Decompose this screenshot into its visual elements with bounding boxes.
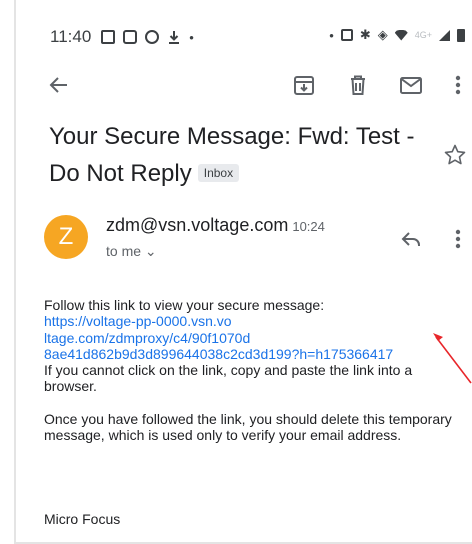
inbox-label-chip[interactable]: Inbox: [197, 163, 240, 182]
annotation-arrow-icon: [433, 333, 472, 384]
reply-icon: [401, 232, 420, 246]
body-instruction: If you cannot click on the link, copy an…: [44, 362, 413, 395]
reply-button[interactable]: [398, 226, 424, 252]
email-screen: 11:40 • • ✱ ◈ 4G+ Your Secure Message: F…: [0, 0, 472, 544]
archive-icon: [294, 76, 314, 95]
sender-address: zdm@vsn.voltage.com: [106, 215, 289, 235]
link-line[interactable]: 8ae41d862b9d3d899644038c2cd3d199?h=h1753…: [44, 346, 454, 362]
body-notice: Once you have followed the link, you sho…: [44, 410, 452, 444]
battery-icon: [457, 28, 465, 42]
status-dot: •: [329, 27, 334, 43]
mail-icon: [400, 77, 422, 94]
notification-chat-icon: [123, 30, 138, 44]
mark-unread-button[interactable]: [398, 72, 424, 98]
more-vert-icon: [455, 75, 461, 95]
wifi-icon: [394, 29, 408, 41]
link-line[interactable]: ltage.com/zdmproxy/c4/90f1070d: [44, 330, 454, 346]
status-bar-right: • ✱ ◈ 4G+: [329, 27, 465, 43]
back-arrow-icon: [49, 77, 67, 93]
star-icon: [444, 144, 466, 165]
secure-message-link[interactable]: https://voltage-pp-0000.vsn.vo ltage.com…: [44, 313, 454, 362]
more-vert-icon: [455, 229, 461, 249]
toolbar-more-button[interactable]: [445, 72, 471, 98]
download-icon: [167, 30, 181, 44]
signal-icon: [439, 29, 450, 41]
received-time: 10:24: [292, 219, 325, 234]
network-type-label: 4G+: [414, 30, 432, 40]
bluetooth-icon: ✱: [359, 27, 371, 42]
email-body: Follow this link to view your secure mes…: [44, 297, 454, 443]
status-bar: 11:40 • • ✱ ◈ 4G+: [50, 24, 465, 50]
email-signature: Micro Focus: [44, 511, 121, 527]
trash-icon: [351, 75, 365, 95]
star-button[interactable]: [443, 143, 467, 167]
email-subject: Your Secure Message: Fwd: Test - Do Not …: [49, 118, 434, 192]
recipient-details-toggle[interactable]: to me ⌄: [106, 243, 157, 260]
email-toolbar: [0, 68, 472, 104]
delete-button[interactable]: [345, 72, 371, 98]
status-time: 11:40: [50, 27, 92, 46]
vibrate-icon: ◈: [377, 27, 388, 42]
sender-line: zdm@vsn.voltage.com 10:24: [106, 215, 325, 236]
body-intro: Follow this link to view your secure mes…: [44, 297, 325, 313]
archive-button[interactable]: [291, 72, 317, 98]
back-button[interactable]: [46, 72, 72, 98]
nfc-icon: [340, 29, 353, 41]
link-line[interactable]: https://voltage-pp-0000.vsn.vo: [44, 313, 454, 329]
notification-app-icon: [145, 30, 160, 44]
more-notifications-dot: •: [189, 29, 194, 45]
message-more-button[interactable]: [445, 226, 471, 252]
notification-news-icon: [101, 30, 116, 44]
sender-avatar[interactable]: Z: [44, 215, 88, 259]
